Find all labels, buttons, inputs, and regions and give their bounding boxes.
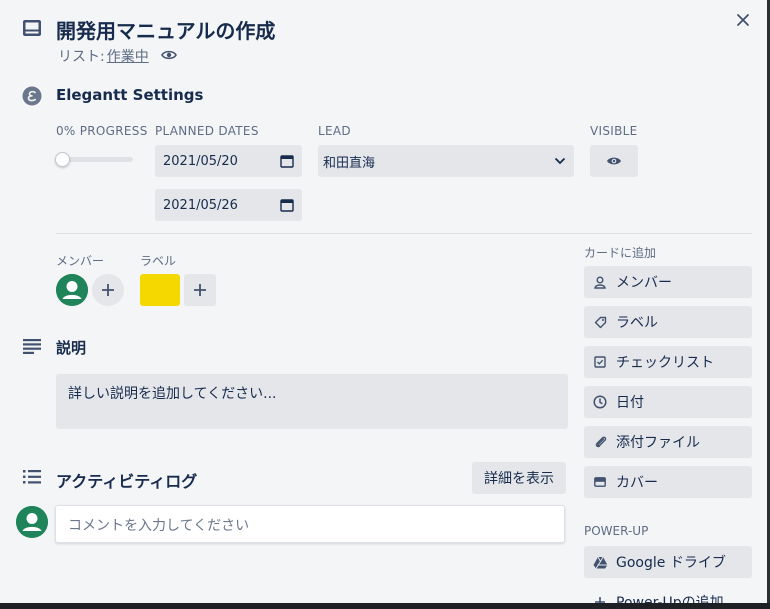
- sidebar-button-label: ラベル: [616, 315, 658, 331]
- list-link[interactable]: 作業中: [107, 49, 149, 65]
- start-date-value: 2021/05/20: [163, 153, 238, 169]
- show-details-button[interactable]: 詳細を表示: [472, 462, 566, 494]
- plus-icon: [102, 284, 114, 296]
- elegantt-title: Elegantt Settings: [56, 86, 204, 104]
- chevron-down-icon: [554, 157, 566, 165]
- calendar-icon[interactable]: [280, 154, 294, 168]
- card-detail-window: 開発用マニュアルの作成 リスト: 作業中 Elegantt Settings 0%…: [0, 0, 767, 603]
- backdrop-bottom: [0, 603, 770, 609]
- close-icon[interactable]: [733, 10, 753, 30]
- plus-icon: [595, 597, 605, 603]
- end-date-input[interactable]: 2021/05/26: [155, 189, 302, 221]
- progress-label: 0% PROGRESS: [56, 124, 148, 138]
- watch-eye-icon[interactable]: [161, 49, 177, 61]
- google-drive-icon: [593, 556, 607, 569]
- person-icon: [594, 276, 606, 289]
- sidebar-checklist-button[interactable]: チェックリスト: [584, 346, 752, 378]
- checklist-icon: [594, 356, 606, 368]
- lead-select[interactable]: 和田直海: [318, 145, 574, 177]
- user-avatar-icon: [16, 506, 48, 538]
- tag-icon: [594, 316, 606, 328]
- user-avatar-icon: [56, 274, 88, 306]
- card-title[interactable]: 開発用マニュアルの作成: [56, 15, 275, 44]
- sidebar-button-label: チェックリスト: [616, 355, 714, 371]
- sidebar-button-label: Power-Upの追加: [616, 595, 724, 603]
- description-title: 説明: [56, 339, 87, 357]
- add-member-button[interactable]: [92, 274, 124, 306]
- card-icon: [23, 20, 41, 36]
- sidebar-cover-button[interactable]: カバー: [584, 466, 752, 498]
- end-date-value: 2021/05/26: [163, 197, 238, 213]
- visible-toggle-button[interactable]: [590, 145, 638, 177]
- description-icon: [23, 339, 41, 354]
- labels-label: ラベル: [140, 254, 177, 268]
- sidebar-attachment-button[interactable]: 添付ファイル: [584, 426, 752, 458]
- section-divider: [56, 233, 752, 234]
- planned-dates-label: PLANNED DATES: [155, 124, 259, 138]
- sidebar-button-label: メンバー: [616, 275, 672, 291]
- activity-title: アクティビティログ: [56, 472, 198, 491]
- avatar[interactable]: [16, 506, 48, 538]
- card-cover-icon: [594, 477, 606, 487]
- activity-icon: [23, 470, 41, 484]
- eye-icon: [607, 157, 621, 165]
- clock-icon: [593, 395, 607, 409]
- google-drive-powerup-button[interactable]: Google ドライブ: [584, 546, 752, 578]
- sidebar-button-label: 日付: [616, 395, 644, 411]
- sidebar-button-label: カバー: [616, 475, 658, 491]
- sidebar-labels-button[interactable]: ラベル: [584, 306, 752, 338]
- paperclip-icon: [595, 436, 606, 448]
- sidebar-button-label: Google ドライブ: [616, 555, 726, 571]
- elegantt-logo-icon: [22, 86, 42, 106]
- sidebar-dates-button[interactable]: 日付: [584, 386, 752, 418]
- start-date-input[interactable]: 2021/05/20: [155, 145, 302, 177]
- add-powerup-button[interactable]: Power-Upの追加: [584, 586, 752, 603]
- members-label: メンバー: [56, 254, 105, 268]
- add-to-card-label: カードに追加: [584, 246, 657, 260]
- sidebar-button-label: 添付ファイル: [616, 435, 700, 451]
- list-prefix: リスト:: [58, 49, 105, 65]
- sidebar-members-button[interactable]: メンバー: [584, 266, 752, 298]
- calendar-icon[interactable]: [280, 198, 294, 212]
- lead-value: 和田直海: [323, 155, 376, 171]
- plus-icon: [194, 284, 206, 296]
- visible-label: VISIBLE: [590, 124, 638, 138]
- progress-slider-thumb[interactable]: [55, 152, 70, 167]
- label-chip-yellow[interactable]: [140, 274, 180, 306]
- add-label-button[interactable]: [184, 274, 216, 306]
- comment-input[interactable]: コメントを入力してください: [55, 505, 565, 543]
- description-editor[interactable]: 詳しい説明を追加してください...: [56, 374, 568, 429]
- lead-label: LEAD: [318, 124, 351, 138]
- avatar[interactable]: [56, 274, 88, 306]
- powerup-label: POWER-UP: [584, 524, 649, 538]
- card-list-line: リスト: 作業中: [58, 46, 149, 66]
